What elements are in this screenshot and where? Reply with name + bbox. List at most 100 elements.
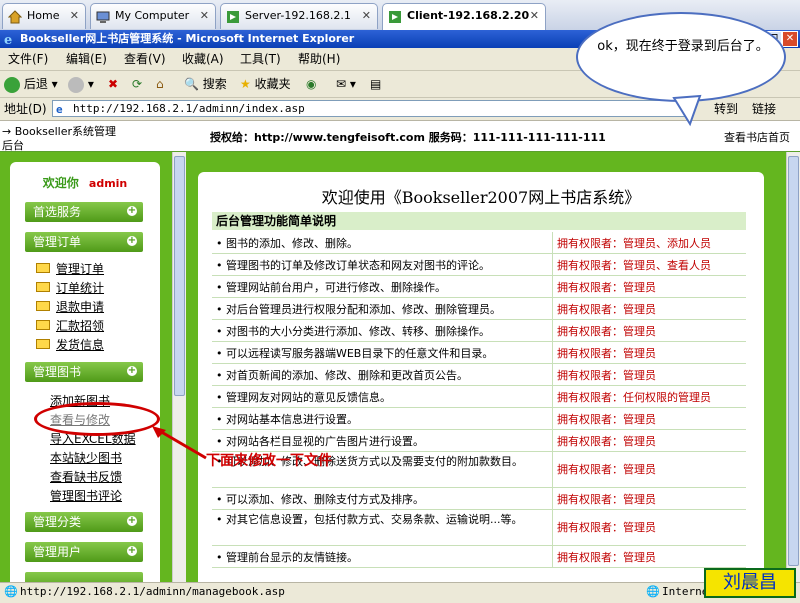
feature-description: • 对网站各栏目显视的广告图片进行设置。 <box>216 435 424 448</box>
stop-icon: ✖ <box>108 77 119 91</box>
page-title: 欢迎使用《Bookseller2007网上书店系统》 <box>321 188 641 207</box>
favorites-label: 收藏夹 <box>254 77 291 91</box>
section-label: 管理分类 <box>33 515 82 529</box>
scrollbar-thumb[interactable] <box>174 156 185 396</box>
back-label: 后退 <box>23 77 48 91</box>
expand-icon: + <box>127 545 137 556</box>
print-icon: ▤ <box>370 77 382 91</box>
refresh-icon: ⟳ <box>132 77 143 91</box>
sidebar-item-manage-orders[interactable]: 管理订单 <box>56 260 104 277</box>
sidebar-item-missing-feedback[interactable]: 查看缺书反馈 <box>50 468 122 485</box>
status-page-icon: 🌐 <box>4 585 18 598</box>
table-title: 后台管理功能简单说明 <box>212 212 746 230</box>
sidebar-scrollbar[interactable] <box>172 152 187 582</box>
section-manage-users[interactable]: 管理用户 + <box>25 542 143 562</box>
feature-permission: 拥有权限者：管理员 <box>552 364 746 385</box>
vm-tab-label: My Computer <box>115 9 190 22</box>
star-icon: ★ <box>240 77 251 91</box>
sidebar-item-book-comments[interactable]: 管理图书评论 <box>50 487 122 504</box>
stop-button[interactable]: ✖ <box>108 71 118 97</box>
feature-description: • 对图书的大小分类进行添加、修改、转移、删除操作。 <box>216 325 490 338</box>
user-name: admin <box>88 177 128 190</box>
author-badge: 刘晨昌 <box>704 568 796 598</box>
scrollbar-thumb[interactable] <box>788 156 799 566</box>
print-button[interactable]: ▤ <box>370 71 381 97</box>
window-title: Bookseller网上书店管理系统 - Microsoft Internet … <box>20 32 355 45</box>
close-icon[interactable]: ✕ <box>200 4 209 28</box>
view-home-link[interactable]: 查看书店首页 <box>724 129 790 145</box>
feature-description: • 可以添加、修改、删除支付方式及排序。 <box>216 493 424 506</box>
back-button[interactable]: 后退 ▾ <box>4 71 58 97</box>
table-row: • 管理网友对网站的意见反馈信息。 拥有权限者：任何权限的管理员 <box>212 386 746 408</box>
ie-logo-icon: e <box>3 32 17 48</box>
speech-bubble-tail <box>672 94 702 127</box>
media-button[interactable]: ◉ <box>306 71 316 97</box>
forward-button[interactable]: ▾ <box>68 71 94 97</box>
highlight-circle <box>34 402 160 436</box>
go-button[interactable]: 转到 <box>714 98 738 120</box>
search-button[interactable]: 🔍 搜索 <box>184 71 227 97</box>
close-window-button[interactable]: ✕ <box>782 31 798 47</box>
mail-icon <box>36 282 50 292</box>
sidebar-item-remittance[interactable]: 汇款招领 <box>56 317 104 334</box>
feature-permission: 拥有权限者：管理员、查看人员 <box>552 254 746 275</box>
feature-permission: 拥有权限者：管理员 <box>552 408 746 429</box>
feature-description: • 对首页新闻的添加、修改、删除和更改首页公告。 <box>216 369 468 382</box>
vm-tab-client[interactable]: Client-192.168.2.20 ✕ <box>382 3 546 30</box>
feature-permission: 拥有权限者：管理员 <box>552 342 746 363</box>
home-icon <box>7 9 23 24</box>
section-preferred-services[interactable]: 首选服务 + <box>25 202 143 222</box>
feature-permission: 拥有权限者：任何权限的管理员 <box>552 386 746 407</box>
status-zone: Interne <box>662 585 709 598</box>
close-icon[interactable]: ✕ <box>362 4 371 28</box>
status-bar: 🌐 http://192.168.2.1/adminn/managebook.a… <box>0 582 800 603</box>
feature-permission: 拥有权限者：管理员、添加人员 <box>552 232 746 253</box>
search-label: 搜索 <box>202 77 227 91</box>
feature-permission: 拥有权限者：管理员 <box>552 452 746 487</box>
vm-tab-label: Client-192.168.2.20 <box>407 9 530 22</box>
page-icon: e <box>56 103 63 116</box>
feature-permission: 拥有权限者：管理员 <box>552 488 746 509</box>
annotation-note: 下面来修改一下文件 <box>206 453 332 469</box>
sidebar-item-order-stats[interactable]: 订单统计 <box>56 279 104 296</box>
menu-edit[interactable]: 编辑(E) <box>66 48 107 70</box>
sidebar-inner: 欢迎你 admin 首选服务 + 管理订单 + 管理订单 订单统计 退款申请 汇款招… <box>10 162 160 582</box>
back-arrow-icon <box>4 76 20 93</box>
mail-button[interactable]: ✉ ▾ <box>336 71 356 97</box>
close-icon[interactable]: ✕ <box>70 4 79 28</box>
table-row: • 可以远程读写服务器端WEB目录下的任意文件和目录。 拥有权限者：管理员 <box>212 342 746 364</box>
section-manage-orders[interactable]: 管理订单 + <box>25 232 143 252</box>
table-row: • 可以添加、修改、删除支付方式及排序。 拥有权限者：管理员 <box>212 488 746 510</box>
close-icon[interactable]: ✕ <box>530 4 539 28</box>
feature-permission: 拥有权限者：管理员 <box>552 546 746 567</box>
favorites-button[interactable]: ★ 收藏夹 <box>240 71 291 97</box>
feature-permission: 拥有权限者：管理员 <box>552 276 746 297</box>
sidebar-item-shipping[interactable]: 发货信息 <box>56 336 104 353</box>
menu-help[interactable]: 帮助(H) <box>298 48 340 70</box>
vm-tab-my-computer[interactable]: My Computer ✕ <box>90 3 216 29</box>
sidebar-item-refund[interactable]: 退款申请 <box>56 298 104 315</box>
vm-tab-home[interactable]: Home ✕ <box>2 3 86 29</box>
page-scrollbar[interactable] <box>786 152 800 582</box>
address-url: http://192.168.2.1/adminn/index.asp <box>73 102 305 115</box>
feature-description: • 对网站基本信息进行设置。 <box>216 413 358 426</box>
links-button[interactable]: 链接 <box>752 98 776 120</box>
address-input[interactable]: e http://192.168.2.1/adminn/index.asp <box>52 100 692 117</box>
home-icon: ⌂ <box>156 77 164 91</box>
section-more[interactable] <box>25 572 143 582</box>
section-manage-books[interactable]: 管理图书 + <box>25 362 143 382</box>
address-label: 地址(D) <box>4 102 47 116</box>
table-row: • 图书的添加、修改、删除。 拥有权限者：管理员、添加人员 <box>212 232 746 254</box>
menu-file[interactable]: 文件(F) <box>8 48 48 70</box>
vm-tab-label: Home <box>27 9 60 22</box>
vm-tab-server[interactable]: Server-192.168.2.1 ✕ <box>220 3 378 29</box>
menu-tools[interactable]: 工具(T) <box>240 48 281 70</box>
refresh-button[interactable]: ⟳ <box>132 71 142 97</box>
menu-favorites[interactable]: 收藏(A) <box>182 48 224 70</box>
section-manage-categories[interactable]: 管理分类 + <box>25 512 143 532</box>
section-label: 首选服务 <box>33 205 82 219</box>
home-button[interactable]: ⌂ <box>156 71 164 97</box>
sidebar-item-missing-books[interactable]: 本站缺少图书 <box>50 449 122 466</box>
menu-view[interactable]: 查看(V) <box>124 48 166 70</box>
expand-icon: + <box>127 515 137 526</box>
